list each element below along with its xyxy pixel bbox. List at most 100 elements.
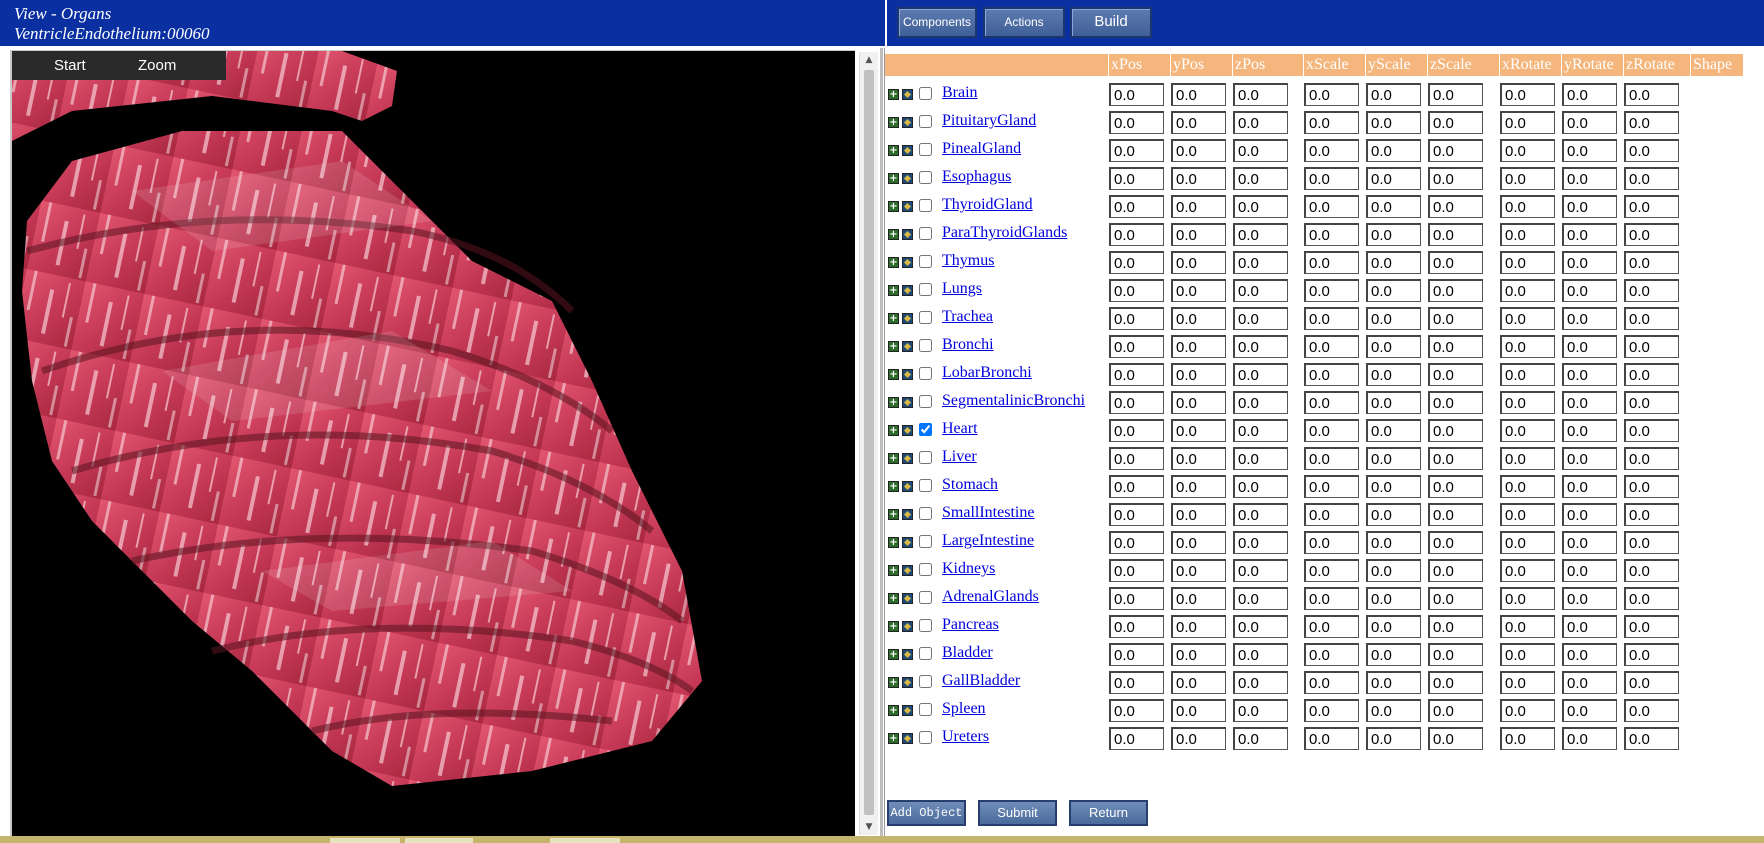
zpos-input[interactable]: [1233, 167, 1288, 190]
yrotate-input[interactable]: [1562, 223, 1617, 246]
organ-link-heart[interactable]: Heart: [942, 420, 978, 438]
yscale-input[interactable]: [1366, 83, 1421, 106]
xscale-input[interactable]: [1304, 195, 1359, 218]
yrotate-input[interactable]: [1562, 503, 1617, 526]
xscale-input[interactable]: [1304, 83, 1359, 106]
organ-checkbox[interactable]: [919, 171, 932, 184]
xrotate-input[interactable]: [1500, 223, 1555, 246]
xrotate-input[interactable]: [1500, 167, 1555, 190]
organ-link-largeintestine[interactable]: LargeIntestine: [942, 532, 1034, 550]
yrotate-input[interactable]: [1562, 419, 1617, 442]
yscale-input[interactable]: [1366, 727, 1421, 750]
organ-checkbox[interactable]: [919, 731, 932, 744]
yrotate-input[interactable]: [1562, 447, 1617, 470]
locate-icon[interactable]: [902, 341, 913, 352]
zrotate-input[interactable]: [1624, 475, 1679, 498]
expand-icon[interactable]: +: [888, 369, 899, 380]
xrotate-input[interactable]: [1500, 531, 1555, 554]
xscale-input[interactable]: [1304, 559, 1359, 582]
yscale-input[interactable]: [1366, 279, 1421, 302]
yrotate-input[interactable]: [1562, 251, 1617, 274]
zscale-input[interactable]: [1428, 475, 1483, 498]
xscale-input[interactable]: [1304, 447, 1359, 470]
zpos-input[interactable]: [1233, 195, 1288, 218]
expand-icon[interactable]: +: [888, 509, 899, 520]
yrotate-input[interactable]: [1562, 475, 1617, 498]
yscale-input[interactable]: [1366, 223, 1421, 246]
xpos-input[interactable]: [1109, 587, 1164, 610]
yscale-input[interactable]: [1366, 671, 1421, 694]
zpos-input[interactable]: [1233, 531, 1288, 554]
yrotate-input[interactable]: [1562, 111, 1617, 134]
yscale-input[interactable]: [1366, 419, 1421, 442]
organ-checkbox[interactable]: [919, 339, 932, 352]
zpos-input[interactable]: [1233, 559, 1288, 582]
organ-link-brain[interactable]: Brain: [942, 84, 978, 102]
xscale-input[interactable]: [1304, 167, 1359, 190]
expand-icon[interactable]: +: [888, 733, 899, 744]
xrotate-input[interactable]: [1500, 391, 1555, 414]
expand-icon[interactable]: +: [888, 649, 899, 660]
zpos-input[interactable]: [1233, 587, 1288, 610]
xscale-input[interactable]: [1304, 727, 1359, 750]
organ-checkbox[interactable]: [919, 311, 932, 324]
xpos-input[interactable]: [1109, 307, 1164, 330]
locate-icon[interactable]: [902, 397, 913, 408]
xpos-input[interactable]: [1109, 531, 1164, 554]
yscale-input[interactable]: [1366, 111, 1421, 134]
locate-icon[interactable]: [902, 313, 913, 324]
locate-icon[interactable]: [902, 649, 913, 660]
xscale-input[interactable]: [1304, 279, 1359, 302]
locate-icon[interactable]: [902, 369, 913, 380]
organ-link-esophagus[interactable]: Esophagus: [942, 168, 1011, 186]
3d-viewer[interactable]: Start Zoom: [10, 50, 855, 836]
yscale-input[interactable]: [1366, 335, 1421, 358]
organ-link-bladder[interactable]: Bladder: [942, 644, 993, 662]
zpos-input[interactable]: [1233, 307, 1288, 330]
ypos-input[interactable]: [1171, 531, 1226, 554]
zrotate-input[interactable]: [1624, 335, 1679, 358]
organ-checkbox[interactable]: [919, 451, 932, 464]
yrotate-input[interactable]: [1562, 643, 1617, 666]
zscale-input[interactable]: [1428, 111, 1483, 134]
ypos-input[interactable]: [1171, 223, 1226, 246]
xpos-input[interactable]: [1109, 447, 1164, 470]
zscale-input[interactable]: [1428, 195, 1483, 218]
organ-link-pinealgland[interactable]: PinealGland: [942, 140, 1021, 158]
xrotate-input[interactable]: [1500, 363, 1555, 386]
yscale-input[interactable]: [1366, 699, 1421, 722]
yscale-input[interactable]: [1366, 615, 1421, 638]
xscale-input[interactable]: [1304, 475, 1359, 498]
zscale-input[interactable]: [1428, 531, 1483, 554]
return-button[interactable]: Return: [1069, 800, 1148, 826]
expand-icon[interactable]: +: [888, 593, 899, 604]
xrotate-input[interactable]: [1500, 699, 1555, 722]
zrotate-input[interactable]: [1624, 279, 1679, 302]
ypos-input[interactable]: [1171, 615, 1226, 638]
ypos-input[interactable]: [1171, 699, 1226, 722]
zpos-input[interactable]: [1233, 83, 1288, 106]
ypos-input[interactable]: [1171, 447, 1226, 470]
yrotate-input[interactable]: [1562, 531, 1617, 554]
zpos-input[interactable]: [1233, 475, 1288, 498]
ypos-input[interactable]: [1171, 307, 1226, 330]
xscale-input[interactable]: [1304, 391, 1359, 414]
zpos-input[interactable]: [1233, 615, 1288, 638]
expand-icon[interactable]: +: [888, 397, 899, 408]
zrotate-input[interactable]: [1624, 559, 1679, 582]
build-button[interactable]: Build: [1070, 7, 1152, 38]
organ-link-liver[interactable]: Liver: [942, 448, 977, 466]
zscale-input[interactable]: [1428, 615, 1483, 638]
zrotate-input[interactable]: [1624, 587, 1679, 610]
zscale-input[interactable]: [1428, 363, 1483, 386]
organ-checkbox[interactable]: [919, 507, 932, 520]
xpos-input[interactable]: [1109, 83, 1164, 106]
ypos-input[interactable]: [1171, 195, 1226, 218]
organ-link-smallintestine[interactable]: SmallIntestine: [942, 504, 1034, 522]
xrotate-input[interactable]: [1500, 195, 1555, 218]
xpos-input[interactable]: [1109, 335, 1164, 358]
locate-icon[interactable]: [902, 201, 913, 212]
organ-link-lobarbronchi[interactable]: LobarBronchi: [942, 364, 1032, 382]
yscale-input[interactable]: [1366, 503, 1421, 526]
zrotate-input[interactable]: [1624, 83, 1679, 106]
